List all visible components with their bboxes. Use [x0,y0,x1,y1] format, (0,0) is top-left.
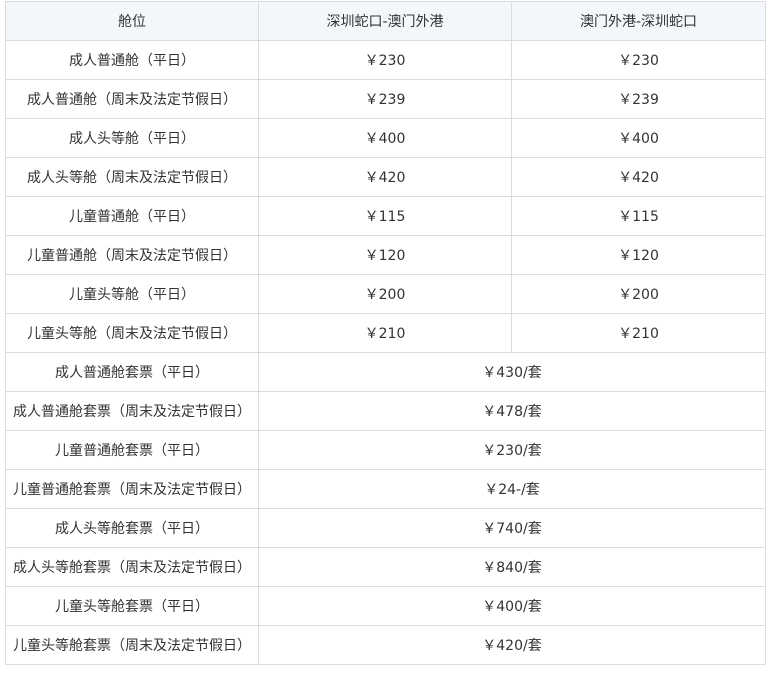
header-row: 舱位 深圳蛇口-澳门外港 澳门外港-深圳蛇口 [5,1,766,41]
price-to-macau-cell: ￥210 [258,313,512,353]
package-row: 儿童头等舱套票（平日） ￥400/套 [5,586,766,626]
header-shekou-to-macau: 深圳蛇口-澳门外港 [258,1,512,41]
fare-table-body: 成人普通舱（平日） ￥230 ￥230 成人普通舱（周末及法定节假日） ￥239… [5,40,766,665]
fare-table-header: 舱位 深圳蛇口-澳门外港 澳门外港-深圳蛇口 [5,1,766,41]
price-to-macau-cell: ￥230 [258,40,512,80]
price-to-shenzhen-cell: ￥200 [511,274,766,314]
price-to-shenzhen-cell: ￥400 [511,118,766,158]
package-type-cell: 儿童头等舱套票（周末及法定节假日） [5,625,259,665]
cabin-type-cell: 儿童普通舱（平日） [5,196,259,236]
package-row: 成人头等舱套票（周末及法定节假日） ￥840/套 [5,547,766,587]
package-price-cell: ￥840/套 [258,547,766,587]
package-type-cell: 成人头等舱套票（周末及法定节假日） [5,547,259,587]
table-row: 成人普通舱（平日） ￥230 ￥230 [5,40,766,80]
cabin-type-cell: 儿童头等舱（平日） [5,274,259,314]
price-to-shenzhen-cell: ￥115 [511,196,766,236]
cabin-type-cell: 儿童普通舱（周末及法定节假日） [5,235,259,275]
cabin-type-cell: 成人头等舱（周末及法定节假日） [5,157,259,197]
table-row: 儿童普通舱（周末及法定节假日） ￥120 ￥120 [5,235,766,275]
cabin-type-cell: 成人头等舱（平日） [5,118,259,158]
price-to-shenzhen-cell: ￥239 [511,79,766,119]
package-price-cell: ￥430/套 [258,352,766,392]
price-to-shenzhen-cell: ￥210 [511,313,766,353]
package-row: 成人头等舱套票（平日） ￥740/套 [5,508,766,548]
package-row: 儿童普通舱套票（平日） ￥230/套 [5,430,766,470]
package-row: 儿童普通舱套票（周末及法定节假日） ￥24-/套 [5,469,766,509]
table-row: 成人普通舱（周末及法定节假日） ￥239 ￥239 [5,79,766,119]
price-to-macau-cell: ￥400 [258,118,512,158]
price-to-shenzhen-cell: ￥230 [511,40,766,80]
fare-table: 舱位 深圳蛇口-澳门外港 澳门外港-深圳蛇口 成人普通舱（平日） ￥230 ￥2… [5,1,766,665]
package-row: 成人普通舱套票（周末及法定节假日） ￥478/套 [5,391,766,431]
package-type-cell: 儿童头等舱套票（平日） [5,586,259,626]
table-row: 儿童头等舱（平日） ￥200 ￥200 [5,274,766,314]
price-to-macau-cell: ￥115 [258,196,512,236]
price-to-macau-cell: ￥120 [258,235,512,275]
cabin-type-cell: 儿童头等舱（周末及法定节假日） [5,313,259,353]
price-to-shenzhen-cell: ￥120 [511,235,766,275]
price-to-macau-cell: ￥239 [258,79,512,119]
package-type-cell: 成人普通舱套票（周末及法定节假日） [5,391,259,431]
price-to-macau-cell: ￥200 [258,274,512,314]
table-row: 成人头等舱（平日） ￥400 ￥400 [5,118,766,158]
package-row: 儿童头等舱套票（周末及法定节假日） ￥420/套 [5,625,766,665]
package-type-cell: 成人头等舱套票（平日） [5,508,259,548]
cabin-type-cell: 成人普通舱（平日） [5,40,259,80]
package-row: 成人普通舱套票（平日） ￥430/套 [5,352,766,392]
table-row: 儿童普通舱（平日） ￥115 ￥115 [5,196,766,236]
package-price-cell: ￥24-/套 [258,469,766,509]
package-type-cell: 儿童普通舱套票（周末及法定节假日） [5,469,259,509]
package-price-cell: ￥478/套 [258,391,766,431]
price-to-macau-cell: ￥420 [258,157,512,197]
package-price-cell: ￥420/套 [258,625,766,665]
package-price-cell: ￥400/套 [258,586,766,626]
table-row: 成人头等舱（周末及法定节假日） ￥420 ￥420 [5,157,766,197]
header-macau-to-shekou: 澳门外港-深圳蛇口 [511,1,766,41]
package-price-cell: ￥230/套 [258,430,766,470]
cabin-type-cell: 成人普通舱（周末及法定节假日） [5,79,259,119]
price-to-shenzhen-cell: ￥420 [511,157,766,197]
package-type-cell: 儿童普通舱套票（平日） [5,430,259,470]
package-type-cell: 成人普通舱套票（平日） [5,352,259,392]
table-row: 儿童头等舱（周末及法定节假日） ￥210 ￥210 [5,313,766,353]
package-price-cell: ￥740/套 [258,508,766,548]
header-cabin: 舱位 [5,1,259,41]
